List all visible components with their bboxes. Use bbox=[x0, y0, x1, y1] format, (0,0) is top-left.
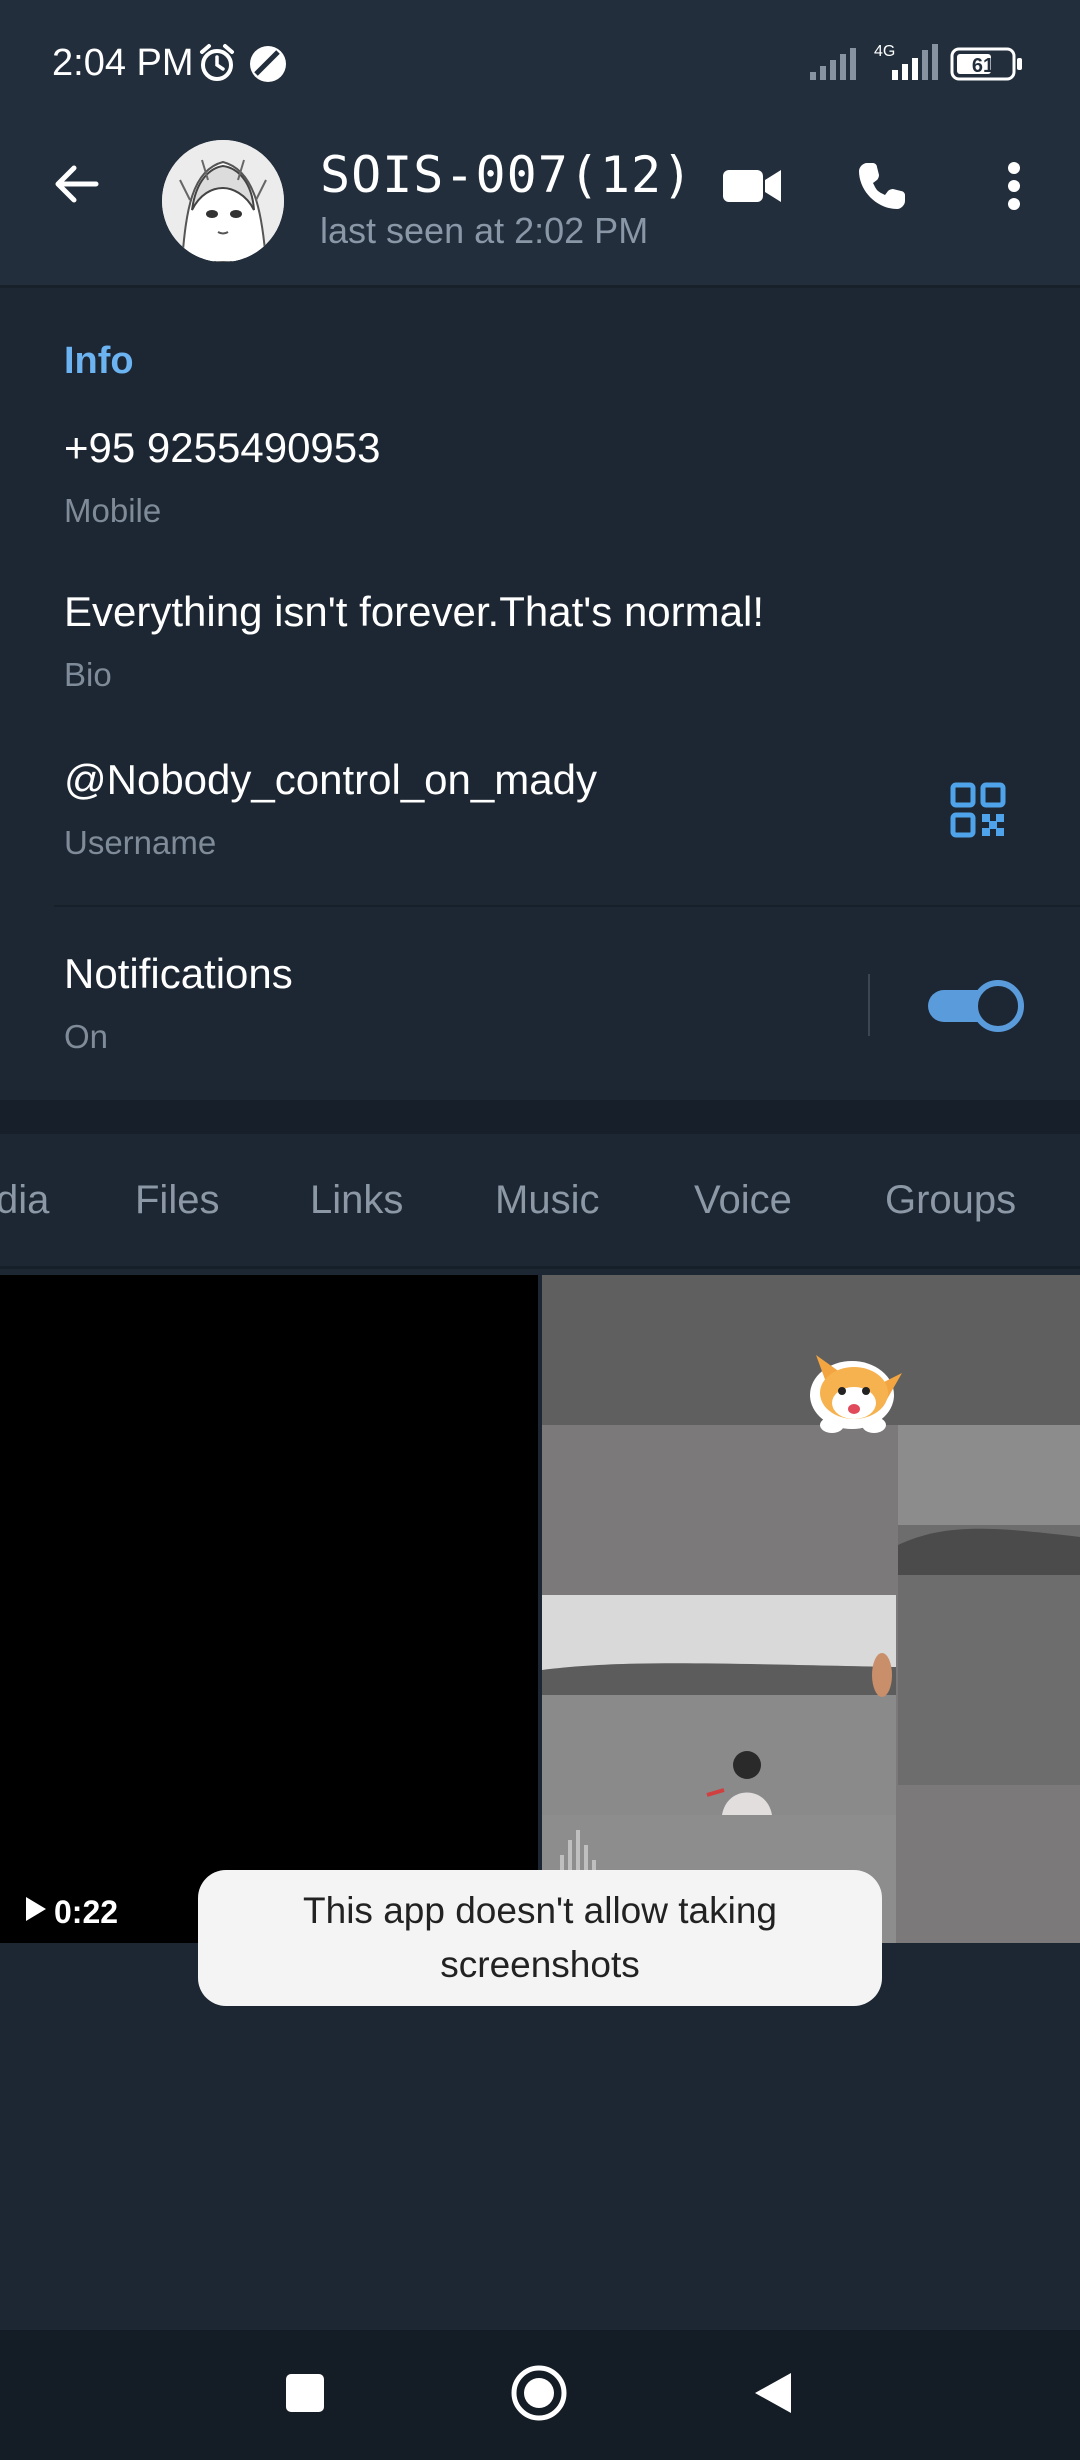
status-bar: 2:04 PM 4G 61 bbox=[0, 0, 1080, 128]
arrow-left-icon bbox=[50, 158, 102, 215]
square-icon bbox=[284, 2372, 326, 2419]
dnd-icon bbox=[248, 44, 288, 89]
more-vert-icon bbox=[1006, 161, 1022, 216]
avatar[interactable] bbox=[162, 140, 284, 262]
video-duration: 0:22 bbox=[24, 1894, 118, 1931]
info-section: Info +95 9255490953 Mobile Everything is… bbox=[0, 288, 1080, 1100]
alarm-icon bbox=[196, 42, 238, 89]
back-button[interactable] bbox=[40, 150, 112, 222]
recents-button[interactable] bbox=[270, 2360, 340, 2430]
top-area: 2:04 PM 4G 61 SOIS-007(12) last seen at … bbox=[0, 0, 1080, 285]
notifications-divider bbox=[868, 974, 870, 1036]
tabs-underline bbox=[0, 1266, 1080, 1269]
info-section-title: Info bbox=[64, 340, 134, 382]
screenshot-blocked-toast: This app doesn't allow taking screenshot… bbox=[198, 1870, 882, 2006]
section-gap bbox=[0, 1100, 1080, 1134]
bio-label: Bio bbox=[64, 656, 112, 693]
notifications-toggle[interactable] bbox=[928, 978, 1024, 1034]
triangle-back-icon bbox=[751, 2369, 795, 2422]
phone-number[interactable]: +95 9255490953 bbox=[64, 424, 381, 472]
media-video-thumbnail[interactable] bbox=[0, 1275, 538, 1943]
signal-4g-icon: 4G bbox=[870, 40, 940, 87]
phone-icon bbox=[855, 159, 909, 218]
tab-voice[interactable]: Voice bbox=[694, 1178, 792, 1223]
battery-icon: 61 bbox=[950, 46, 1024, 87]
chat-header: SOIS-007(12) last seen at 2:02 PM bbox=[0, 128, 1080, 285]
toast-line-1: This app doesn't allow taking bbox=[303, 1890, 777, 1931]
video-call-button[interactable] bbox=[716, 152, 788, 224]
tab-media[interactable]: dia bbox=[0, 1178, 49, 1223]
qr-code-icon bbox=[950, 782, 1006, 842]
play-icon bbox=[24, 1894, 48, 1931]
row-divider bbox=[54, 905, 1080, 907]
call-button[interactable] bbox=[846, 152, 918, 224]
status-time: 2:04 PM bbox=[52, 42, 194, 84]
phone-label: Mobile bbox=[64, 492, 162, 529]
more-options-button[interactable] bbox=[978, 152, 1050, 224]
system-nav-bar bbox=[0, 2330, 1080, 2460]
notifications-title[interactable]: Notifications bbox=[64, 950, 293, 998]
svg-text:4G: 4G bbox=[874, 43, 895, 60]
battery-level: 61 bbox=[972, 55, 994, 77]
qr-code-button[interactable] bbox=[950, 782, 1012, 844]
tab-music[interactable]: Music bbox=[495, 1178, 599, 1223]
media-photo-thumbnail[interactable] bbox=[542, 1275, 1080, 1943]
back-nav-button[interactable] bbox=[738, 2360, 808, 2430]
signal-icon bbox=[808, 46, 860, 87]
home-circle-icon bbox=[509, 2363, 569, 2428]
home-button[interactable] bbox=[504, 2360, 574, 2430]
notifications-state: On bbox=[64, 1018, 109, 1055]
video-duration-text: 0:22 bbox=[54, 1894, 119, 1930]
username-label: Username bbox=[64, 824, 217, 861]
video-call-icon bbox=[721, 166, 783, 211]
username-text[interactable]: @Nobody_control_on_mady bbox=[64, 756, 597, 804]
toast-line-2: screenshots bbox=[440, 1944, 640, 1985]
tab-groups[interactable]: Groups bbox=[885, 1178, 1016, 1223]
bio-text[interactable]: Everything isn't forever.That's normal! bbox=[64, 588, 764, 636]
tab-links[interactable]: Links bbox=[310, 1178, 403, 1223]
toggle-thumb bbox=[972, 980, 1024, 1032]
last-seen-status: last seen at 2:02 PM bbox=[320, 210, 649, 251]
tab-files[interactable]: Files bbox=[135, 1178, 219, 1223]
shared-media-tabs: dia Files Links Music Voice Groups bbox=[0, 1134, 1080, 1268]
contact-name[interactable]: SOIS-007(12) bbox=[320, 146, 693, 204]
